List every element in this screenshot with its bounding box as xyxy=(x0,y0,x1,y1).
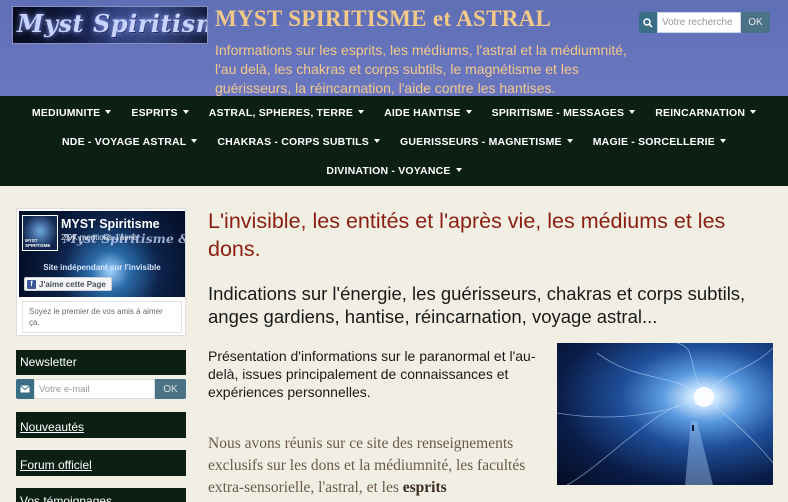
nav-item-nde[interactable]: NDE - VOYAGE ASTRAL xyxy=(52,135,207,149)
search-icon xyxy=(639,12,657,33)
nav-item-magie[interactable]: MAGIE - SORCELLERIE xyxy=(583,135,736,149)
site-title[interactable]: MYST SPIRITISME et ASTRAL xyxy=(215,6,551,32)
caret-down-icon xyxy=(455,168,462,172)
nav-row-2: NDE - VOYAGE ASTRAL CHAKRAS - CORPS SUBT… xyxy=(0,135,788,149)
nav-row-1: MEDIUMNITE ESPRITS ASTRAL, SPHERES, TERR… xyxy=(0,106,788,120)
caret-down-icon xyxy=(629,110,636,114)
sidebar: MYST SPIRITISME Myst Spiritisme & Astral… xyxy=(16,208,186,502)
caret-down-icon xyxy=(105,110,112,114)
sidebar-panel-nouveautes: Nouveautés xyxy=(16,412,186,438)
facebook-like-count: 2,9K mentions J'aime xyxy=(61,233,138,242)
facebook-cover-image[interactable]: MYST SPIRITISME Myst Spiritisme & Astral… xyxy=(19,211,185,297)
nav-item-esprits[interactable]: ESPRITS xyxy=(121,106,198,120)
site-logo[interactable]: Myst Spiritisme xyxy=(12,6,208,44)
page-subtitle: Indications sur l'énergie, les guérisseu… xyxy=(208,283,746,327)
sidebar-panel-temoignages: Vos témoignages xyxy=(16,488,186,502)
caret-down-icon xyxy=(374,139,380,143)
sidebar-link-nouveautes[interactable]: Nouveautés xyxy=(16,420,88,434)
nav-item-chakras[interactable]: CHAKRAS - CORPS SUBTILS xyxy=(207,135,390,149)
facebook-like-button[interactable]: f J'aime cette Page xyxy=(24,277,112,291)
caret-down-icon xyxy=(566,139,573,143)
caret-down-icon xyxy=(719,139,726,143)
nav-item-aide-hantise[interactable]: AIDE HANTISE xyxy=(374,106,482,120)
cover-tagline: Site indépendant sur l'invisible xyxy=(43,263,161,272)
nav-item-divination[interactable]: DIVINATION - VOYANCE xyxy=(316,164,471,178)
site-header: Myst Spiritisme MYST SPIRITISME et ASTRA… xyxy=(0,0,788,96)
sidebar-panel-forum: Forum officiel xyxy=(16,450,186,476)
highlight-esprits: esprits xyxy=(402,479,447,496)
caret-down-icon xyxy=(465,110,472,114)
astral-stairway-image xyxy=(557,343,773,485)
body-paragraph: Nous avons réunis sur ce site des rensei… xyxy=(208,435,526,496)
logo-text: Myst Spiritisme xyxy=(17,9,207,38)
newsletter-ok-button[interactable]: OK xyxy=(155,379,186,399)
site-description: Informations sur les esprits, les médium… xyxy=(215,42,627,96)
nav-item-astral[interactable]: ASTRAL, SPHERES, TERRE xyxy=(199,106,374,120)
caret-down-icon xyxy=(358,110,365,114)
nav-item-spiritisme[interactable]: SPIRITISME - MESSAGES xyxy=(482,106,646,120)
newsletter-form: OK xyxy=(16,379,186,399)
main-content: L'invisible, les entités et l'après vie,… xyxy=(208,207,773,496)
caret-down-icon xyxy=(191,139,198,143)
facebook-icon: f xyxy=(27,279,36,289)
caret-down-icon xyxy=(750,110,757,114)
nav-item-reincarnation[interactable]: REINCARNATION xyxy=(645,106,766,120)
newsletter-title: Newsletter xyxy=(20,355,77,369)
facebook-avatar[interactable]: MYST SPIRITISME xyxy=(22,215,58,251)
main-navigation: MEDIUMNITE ESPRITS ASTRAL, SPHERES, TERR… xyxy=(0,96,788,186)
facebook-page-name[interactable]: MYST Spiritisme xyxy=(61,217,160,231)
facebook-friends-text: Soyez le premier de vos amis à aimer ça. xyxy=(22,301,182,333)
sidebar-link-temoignages[interactable]: Vos témoignages xyxy=(16,494,116,502)
newsletter-panel: Newsletter xyxy=(16,350,186,375)
intro-text: Présentation d'informations sur le paran… xyxy=(208,348,536,400)
search-input[interactable] xyxy=(657,12,741,33)
newsletter-email-input[interactable] xyxy=(34,379,155,399)
nav-row-3: DIVINATION - VOYANCE xyxy=(0,164,788,178)
facebook-page-widget: MYST SPIRITISME Myst Spiritisme & Astral… xyxy=(16,208,186,336)
nav-item-guerisseurs[interactable]: GUERISSEURS - MAGNETISME xyxy=(390,135,583,149)
caret-down-icon xyxy=(182,110,189,114)
envelope-icon xyxy=(16,379,34,399)
search-form: OK xyxy=(639,12,770,33)
page-title: L'invisible, les entités et l'après vie,… xyxy=(208,209,726,261)
search-ok-button[interactable]: OK xyxy=(741,12,770,33)
sidebar-link-forum[interactable]: Forum officiel xyxy=(16,458,96,472)
nav-item-mediumnite[interactable]: MEDIUMNITE xyxy=(22,106,122,120)
